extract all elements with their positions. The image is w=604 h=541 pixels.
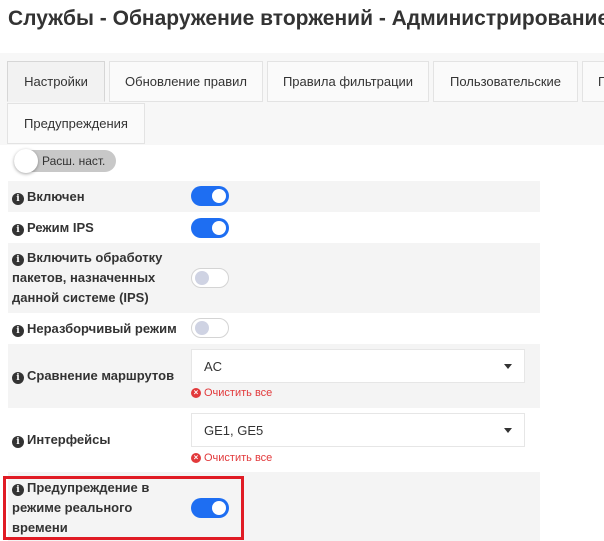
pattern-matcher-select[interactable]: AC	[191, 349, 525, 383]
row-interfaces: i Интерфейсы GE1, GE5 × Очистить все	[8, 408, 540, 472]
row-enabled: i Включен	[8, 181, 540, 212]
enabled-switch[interactable]	[191, 186, 229, 206]
caret-down-icon	[504, 364, 512, 369]
ips-mode-switch[interactable]	[191, 218, 229, 238]
label-text: Режим IPS	[27, 220, 94, 235]
times-circle-icon: ×	[191, 388, 201, 398]
label-text: Неразборчивый режим	[27, 321, 177, 336]
select-value: AC	[204, 359, 223, 374]
highlight-box	[3, 476, 244, 540]
label-line: пакетов, назначенных	[12, 270, 156, 285]
page: Службы - Обнаружение вторжений - Админис…	[0, 0, 604, 541]
switch-knob	[195, 271, 209, 285]
label-line: данной системе (IPS)	[12, 290, 149, 305]
info-icon[interactable]: i	[12, 193, 24, 205]
row-local-packets: i Включить обработку пакетов, назначенных…	[8, 243, 540, 313]
tabs-panel: Настройки Обновление правил Правила филь…	[0, 53, 604, 145]
row-pattern-matcher: i Сравнение маршрутов AC × Очистить все	[8, 344, 540, 408]
clear-all-link[interactable]: × Очистить все	[191, 387, 272, 399]
info-icon[interactable]: i	[12, 372, 24, 384]
tab-label: Пользовательские	[449, 74, 562, 89]
tab-label: П	[598, 74, 604, 89]
switch-knob	[195, 321, 209, 335]
promiscuous-switch[interactable]	[191, 318, 229, 338]
row-promiscuous: i Неразборчивый режим	[8, 313, 540, 344]
label-text: Сравнение маршрутов	[27, 368, 175, 383]
info-icon[interactable]: i	[12, 224, 24, 236]
clear-label: Очистить все	[204, 452, 273, 464]
label-enabled: i Включен	[12, 187, 85, 207]
select-value: GE1, GE5	[204, 423, 264, 438]
tab-alerts[interactable]: Предупреждения	[7, 103, 145, 144]
local-packets-switch[interactable]	[191, 268, 229, 288]
caret-down-icon	[504, 428, 512, 433]
info-icon[interactable]: i	[12, 254, 24, 266]
row-ips-mode: i Режим IPS	[8, 212, 540, 243]
tab-rule-updates[interactable]: Обновление правил	[109, 61, 263, 102]
advanced-toggle-label: Расш. наст.	[42, 154, 106, 168]
label-text: Включен	[27, 189, 85, 204]
switch-knob	[212, 189, 226, 203]
clear-label: Очистить все	[204, 387, 273, 399]
clear-all-link[interactable]: × Очистить все	[191, 452, 272, 464]
times-circle-icon: ×	[191, 453, 201, 463]
tab-filter-rules[interactable]: Правила фильтрации	[267, 61, 429, 102]
label-text: Интерфейсы	[27, 432, 111, 447]
tab-label: Обновление правил	[125, 74, 247, 89]
interfaces-select[interactable]: GE1, GE5	[191, 413, 525, 447]
label-interfaces: i Интерфейсы	[12, 430, 111, 450]
label-local-packets: i Включить обработку пакетов, назначенных…	[12, 248, 162, 308]
label-pattern-matcher: i Сравнение маршрутов	[12, 366, 174, 386]
tab-user-defined[interactable]: Пользовательские	[433, 61, 578, 102]
tab-settings[interactable]: Настройки	[7, 61, 105, 102]
label-line: Включить обработку	[27, 250, 163, 265]
info-icon[interactable]: i	[12, 436, 24, 448]
label-promiscuous: i Неразборчивый режим	[12, 319, 177, 339]
info-icon[interactable]: i	[12, 325, 24, 337]
tab-label: Настройки	[24, 74, 88, 89]
tab-truncated[interactable]: П	[582, 61, 604, 102]
label-ips-mode: i Режим IPS	[12, 218, 94, 238]
tab-label: Предупреждения	[24, 116, 128, 131]
toggle-knob	[14, 149, 38, 173]
page-title: Службы - Обнаружение вторжений - Админис…	[8, 7, 604, 30]
switch-knob	[212, 221, 226, 235]
advanced-mode-toggle[interactable]: Расш. наст.	[14, 149, 116, 173]
tab-label: Правила фильтрации	[282, 74, 414, 89]
